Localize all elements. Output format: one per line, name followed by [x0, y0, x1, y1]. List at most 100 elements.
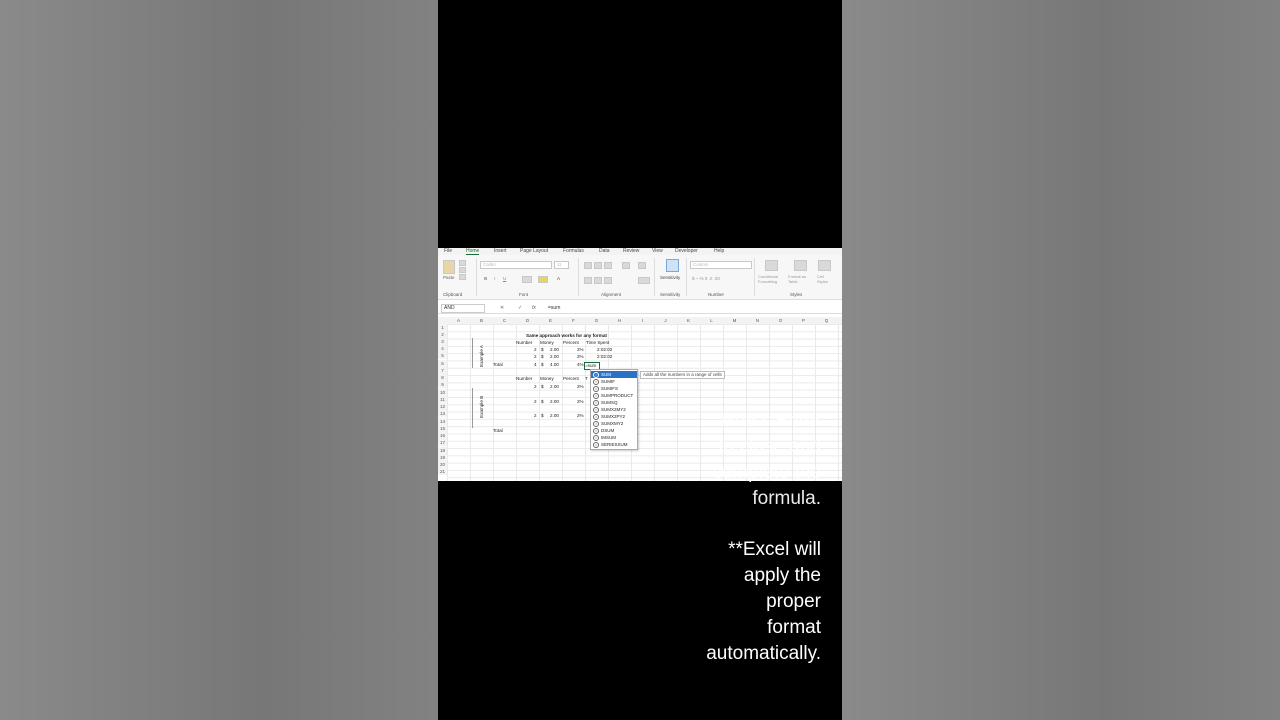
row-header[interactable]: 2	[438, 331, 447, 338]
sensitivity-label[interactable]: Sensitivity	[660, 275, 680, 280]
row-header[interactable]: 19	[438, 454, 447, 461]
row-header[interactable]: 5	[438, 352, 447, 359]
menu-data[interactable]: Data	[599, 248, 610, 254]
column-header[interactable]: P	[792, 317, 815, 324]
align-left-icon[interactable]	[584, 277, 592, 284]
autocomplete-item[interactable]: f SUMIF	[591, 378, 637, 385]
wrap-text-icon[interactable]	[638, 262, 646, 269]
cell-d9[interactable]: 2	[534, 384, 537, 390]
row-header[interactable]: 14	[438, 418, 447, 425]
cell-e4-currency[interactable]: $	[541, 347, 544, 353]
autocomplete-item[interactable]: f SUMX2MY2	[591, 406, 637, 413]
bold-icon[interactable]: B	[484, 276, 487, 281]
fill-color-icon[interactable]	[538, 276, 548, 283]
paste-label[interactable]: Paste	[443, 275, 455, 280]
align-top-icon[interactable]	[584, 262, 592, 269]
menu-help[interactable]: Help	[714, 248, 724, 254]
insert-function-icon[interactable]: fx	[532, 304, 536, 312]
align-center-icon[interactable]	[594, 277, 602, 284]
autocomplete-item[interactable]: f IMSUM	[591, 434, 637, 441]
column-header[interactable]: M	[723, 317, 746, 324]
cell-e6[interactable]: 4.00	[550, 362, 559, 368]
cell-f11[interactable]: 2%	[577, 399, 584, 405]
cell-e5[interactable]: 2.00	[550, 354, 559, 360]
menu-developer[interactable]: Developer	[675, 248, 698, 254]
column-header[interactable]: N	[746, 317, 769, 324]
cell-e13[interactable]: 2.00	[550, 413, 559, 419]
font-color-icon[interactable]: A	[557, 276, 560, 281]
format-as-table-label[interactable]: Format as Table	[788, 274, 810, 284]
paste-icon[interactable]	[443, 260, 455, 274]
formula-input[interactable]: =sum	[548, 304, 560, 312]
menu-page-layout[interactable]: Page Layout	[520, 248, 548, 254]
autocomplete-item[interactable]: f SERIESSUM	[591, 441, 637, 448]
name-box[interactable]: AND	[441, 304, 485, 313]
column-header[interactable]: C	[493, 317, 516, 324]
row-header[interactable]: 20	[438, 461, 447, 468]
cancel-icon[interactable]: ✕	[500, 304, 504, 312]
conditional-formatting-icon[interactable]	[765, 260, 778, 271]
row-header[interactable]: 10	[438, 389, 447, 396]
column-header[interactable]: O	[769, 317, 792, 324]
autocomplete-item[interactable]: f SUM	[591, 371, 637, 378]
cell-e5-currency[interactable]: $	[541, 354, 544, 360]
cell-d13[interactable]: 2	[534, 413, 537, 419]
format-painter-icon[interactable]	[459, 274, 466, 280]
menu-view[interactable]: View	[652, 248, 663, 254]
row-header[interactable]: 15	[438, 425, 447, 432]
align-bottom-icon[interactable]	[604, 262, 612, 269]
row-header[interactable]: 12	[438, 403, 447, 410]
borders-icon[interactable]	[522, 276, 532, 283]
column-header[interactable]: L	[700, 317, 723, 324]
conditional-formatting-label[interactable]: Conditional Formatting	[758, 274, 786, 284]
autocomplete-item[interactable]: f DSUM	[591, 427, 637, 434]
cell-styles-label[interactable]: Cell Styles	[817, 274, 833, 284]
column-header[interactable]: K	[677, 317, 700, 324]
row-header[interactable]: 3	[438, 338, 447, 345]
row-header[interactable]: 9	[438, 381, 447, 388]
autocomplete-item[interactable]: f SUMSQ	[591, 399, 637, 406]
autocomplete-item[interactable]: f SUMIFS	[591, 385, 637, 392]
cell-e11[interactable]: 2.00	[550, 399, 559, 405]
row-header[interactable]: 1	[438, 324, 447, 331]
cell-d5[interactable]: 2	[534, 354, 537, 360]
orientation-icon[interactable]	[622, 262, 630, 269]
menu-file[interactable]: File	[444, 248, 452, 254]
column-header[interactable]: G	[585, 317, 608, 324]
italic-icon[interactable]: I	[494, 276, 495, 281]
row-header[interactable]: 21	[438, 468, 447, 475]
column-header[interactable]: D	[516, 317, 539, 324]
cell-d6[interactable]: 4	[534, 362, 537, 368]
font-name-box[interactable]: Calibri	[480, 261, 552, 269]
align-right-icon[interactable]	[604, 277, 612, 284]
cell-e9-currency[interactable]: $	[541, 384, 544, 390]
autocomplete-item[interactable]: f SUMXMY2	[591, 420, 637, 427]
cell-d4[interactable]: 2	[534, 347, 537, 353]
autocomplete-item[interactable]: f SUMPRODUCT	[591, 392, 637, 399]
cell-e4[interactable]: 2.00	[550, 347, 559, 353]
row-header[interactable]: 8	[438, 374, 447, 381]
sensitivity-icon[interactable]	[666, 259, 679, 272]
menu-formulas[interactable]: Formulas	[563, 248, 584, 254]
format-as-table-icon[interactable]	[794, 260, 807, 271]
cell-e11-currency[interactable]: $	[541, 399, 544, 405]
column-header[interactable]: B	[470, 317, 493, 324]
cell-d11[interactable]: 2	[534, 399, 537, 405]
column-header[interactable]: Q	[815, 317, 838, 324]
cell-g4[interactable]: 2:02:02	[597, 347, 612, 353]
cell-f5[interactable]: 2%	[577, 354, 584, 360]
cell-f6[interactable]: 4%	[577, 362, 584, 368]
cell-g5[interactable]: 2:02:02	[597, 354, 612, 360]
row-header[interactable]: 17	[438, 439, 447, 446]
menu-insert[interactable]: Insert	[494, 248, 507, 254]
cell-f9[interactable]: 2%	[577, 384, 584, 390]
row-header[interactable]: 18	[438, 447, 447, 454]
column-header[interactable]: I	[631, 317, 654, 324]
merge-center-icon[interactable]	[638, 277, 650, 284]
cell-e13-currency[interactable]: $	[541, 413, 544, 419]
currency-icon[interactable]: $ ~ % 9 .0 .00	[692, 276, 720, 281]
copy-icon[interactable]	[459, 267, 466, 273]
cell-styles-icon[interactable]	[818, 260, 831, 271]
row-header[interactable]: 4	[438, 345, 447, 352]
row-header[interactable]: 6	[438, 360, 447, 367]
